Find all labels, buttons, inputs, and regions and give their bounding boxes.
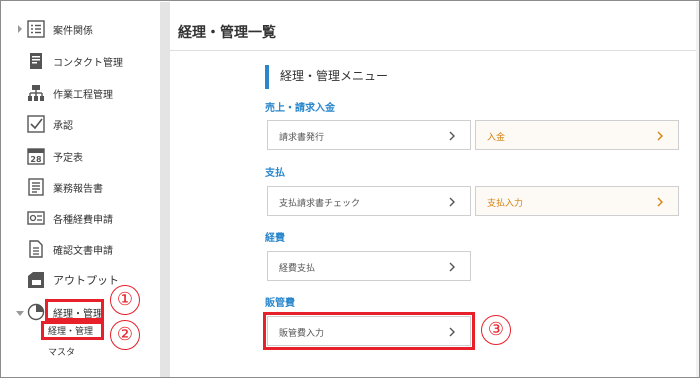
sidebar-item-label: 各種経費申請 <box>53 215 113 226</box>
chevron-right-icon[interactable] <box>16 24 24 34</box>
section-label-sales: 売上・請求入金 <box>265 103 335 114</box>
expense-icon <box>27 211 45 225</box>
sidebar-item-label: 業務報告書 <box>53 184 103 195</box>
sidebar-item-contact[interactable]: コンタクト管理 <box>2 46 160 76</box>
report-icon <box>28 178 44 196</box>
screenshot-frame: 案件関係 コンタクト管理 作業工程管理 承認 28 予定表 業務報告書 各種経費… <box>0 0 700 378</box>
invoice-issue-button[interactable]: 請求書発行 <box>267 120 471 150</box>
output-icon <box>28 272 44 288</box>
checkbox-icon <box>27 115 45 133</box>
button-label: 支払請求書チェック <box>279 199 361 209</box>
chevron-right-icon <box>657 197 663 207</box>
sidebar-subitem-master[interactable]: マスタ <box>48 345 75 358</box>
sidebar-item-label: 予定表 <box>53 153 83 164</box>
page-title: 経理・管理一覧 <box>178 25 276 41</box>
marker-3: ③ <box>481 315 511 345</box>
sidebar-item-label: 作業工程管理 <box>53 90 113 101</box>
title-divider <box>170 50 699 51</box>
document-lines-icon <box>29 240 43 258</box>
sidebar-item-case[interactable]: 案件関係 <box>2 14 160 44</box>
highlight-box-1 <box>45 299 104 321</box>
sidebar-divider <box>160 2 170 377</box>
pie-chart-icon <box>27 303 45 321</box>
button-label: 支払入力 <box>487 199 524 209</box>
chevron-right-icon <box>657 131 663 141</box>
marker-2: ② <box>110 320 140 350</box>
sidebar-item-label: アウトプット <box>53 274 119 287</box>
sidebar: 案件関係 コンタクト管理 作業工程管理 承認 28 予定表 業務報告書 各種経費… <box>2 2 160 377</box>
expense-payment-button[interactable]: 経費支払 <box>267 251 471 281</box>
chevron-right-icon <box>449 131 455 141</box>
button-label: 入金 <box>487 133 506 143</box>
sidebar-item-expense[interactable]: 各種経費申請 <box>2 203 160 233</box>
chevron-right-icon <box>449 197 455 207</box>
org-chart-icon <box>28 85 44 101</box>
highlight-box-2 <box>41 321 104 340</box>
scrollbar[interactable] <box>696 2 699 377</box>
sidebar-item-label: 承認 <box>53 121 73 132</box>
sidebar-item-approval[interactable]: 承認 <box>2 109 160 139</box>
calendar-icon: 28 <box>27 148 45 165</box>
chevron-down-icon[interactable] <box>16 308 24 318</box>
button-label: 経費支払 <box>279 264 316 274</box>
svg-text:28: 28 <box>30 155 42 164</box>
sidebar-item-report[interactable]: 業務報告書 <box>2 172 160 202</box>
highlight-box-3 <box>263 312 475 350</box>
chevron-right-icon <box>449 262 455 272</box>
main-content: 経理・管理一覧 経理・管理メニュー 売上・請求入金 請求書発行 入金 支払 支払… <box>170 2 699 377</box>
button-label: 請求書発行 <box>279 133 325 143</box>
document-icon <box>30 53 42 69</box>
section-label-sga: 販管費 <box>265 298 295 309</box>
sidebar-item-label: 案件関係 <box>53 26 93 37</box>
menu-heading: 経理・管理メニュー <box>265 65 388 89</box>
sidebar-item-schedule[interactable]: 28 予定表 <box>2 141 160 171</box>
sidebar-item-process[interactable]: 作業工程管理 <box>2 78 160 108</box>
sidebar-item-confirm-doc[interactable]: 確認文書申請 <box>2 234 160 264</box>
list-icon <box>27 20 45 38</box>
marker-1: ① <box>110 285 140 315</box>
payment-received-button[interactable]: 入金 <box>475 120 679 150</box>
sidebar-item-label: コンタクト管理 <box>53 58 123 69</box>
payment-invoice-check-button[interactable]: 支払請求書チェック <box>267 186 471 216</box>
section-label-expense: 経費 <box>265 233 285 244</box>
section-label-payment: 支払 <box>265 168 285 179</box>
payment-entry-button[interactable]: 支払入力 <box>475 186 679 216</box>
sidebar-item-label: 確認文書申請 <box>53 246 113 257</box>
